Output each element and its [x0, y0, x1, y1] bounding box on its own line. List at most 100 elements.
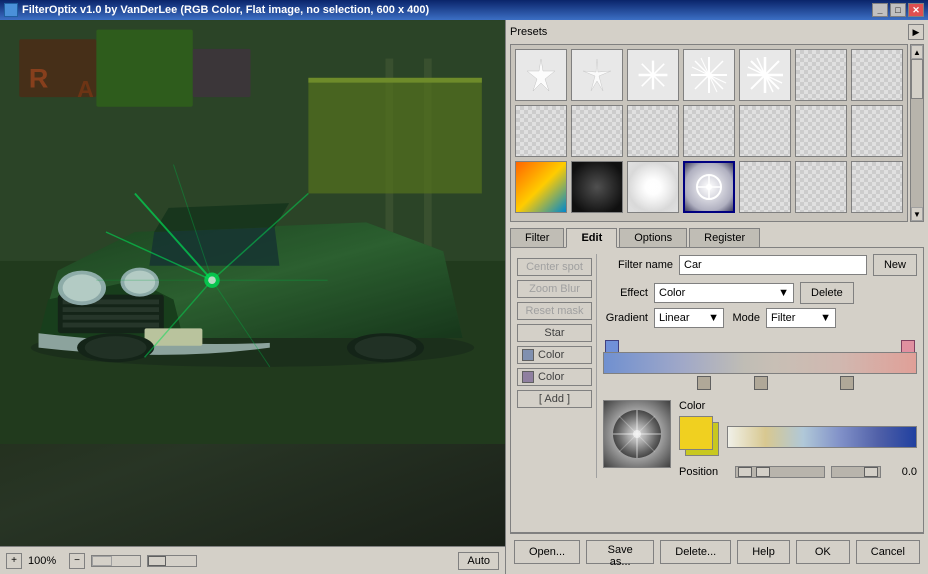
delete-file-button[interactable]: Delete... [660, 540, 731, 564]
preset-row-3 [515, 161, 903, 213]
zoom-plus-button[interactable]: + [6, 553, 22, 569]
filter-name-input[interactable] [679, 255, 867, 275]
right-content: Presets ▶ [510, 24, 924, 570]
preset-thumb-9[interactable] [571, 105, 623, 157]
save-as-button[interactable]: Save as... [586, 540, 654, 564]
preset-thumb-1[interactable] [515, 49, 567, 101]
preset-thumb-13[interactable] [795, 105, 847, 157]
color-label: Color [679, 400, 917, 412]
zoom-minus-button[interactable]: − [69, 553, 85, 569]
zoom-blur-button[interactable]: Zoom Blur [517, 280, 592, 298]
bottom-buttons: Open... Save as... Delete... Help OK Can… [510, 533, 924, 570]
effect-dropdown[interactable]: Color ▼ [654, 283, 794, 303]
preview-thumbnail [603, 400, 671, 468]
gradient-dropdown-arrow: ▼ [708, 312, 719, 324]
effect-row: Effect Color ▼ Delete [603, 282, 917, 304]
gradient-dropdown[interactable]: Linear ▼ [654, 308, 724, 328]
presets-label: Presets [510, 26, 547, 38]
gradient-bar-container [603, 336, 917, 392]
preset-thumb-15[interactable] [739, 161, 791, 213]
delete-button[interactable]: Delete [800, 282, 854, 304]
color1-button[interactable]: Color [517, 346, 592, 364]
right-panel: Presets ▶ [506, 20, 928, 574]
title-bar-left: FilterOptix v1.0 by VanDerLee (RGB Color… [4, 3, 429, 17]
gradient-handles-bottom [603, 374, 917, 392]
preset-row-2 [515, 105, 903, 157]
pan-slider[interactable] [147, 555, 197, 567]
reset-mask-button[interactable]: Reset mask [517, 302, 592, 320]
color-swatch-front[interactable] [679, 416, 713, 450]
effect-label: Effect [603, 287, 648, 299]
preset-thumb-4[interactable] [683, 49, 735, 101]
gradient-handle-3[interactable] [840, 376, 854, 390]
color-gradient-bar[interactable] [727, 426, 917, 448]
preset-thumb-soft[interactable] [627, 161, 679, 213]
filter-name-label: Filter name [603, 259, 673, 271]
open-button[interactable]: Open... [514, 540, 580, 564]
center-spot-button[interactable]: Center spot [517, 258, 592, 276]
scroll-track [911, 59, 923, 207]
close-button[interactable]: ✕ [908, 3, 924, 17]
preset-thumb-10[interactable] [627, 105, 679, 157]
color-controls: Color [679, 400, 917, 478]
preset-thumb-7[interactable] [851, 49, 903, 101]
tab-edit[interactable]: Edit [566, 228, 617, 248]
gradient-handle-1[interactable] [697, 376, 711, 390]
horizontal-scrollbar[interactable] [91, 555, 141, 567]
tab-options[interactable]: Options [619, 228, 687, 247]
help-button[interactable]: Help [737, 540, 790, 564]
preset-thumb-dark[interactable] [571, 161, 623, 213]
app-icon [4, 3, 18, 17]
preset-thumb-3[interactable] [627, 49, 679, 101]
scroll-down-button[interactable]: ▼ [911, 207, 923, 221]
cancel-button[interactable]: Cancel [856, 540, 920, 564]
maximize-button[interactable]: □ [890, 3, 906, 17]
position-slider-thumb3[interactable] [864, 467, 878, 477]
gradient-bar[interactable] [603, 352, 917, 374]
auto-button[interactable]: Auto [458, 552, 499, 570]
preset-thumb-5[interactable] [739, 49, 791, 101]
effect-dropdown-arrow: ▼ [778, 287, 789, 299]
presets-arrow-button[interactable]: ▶ [908, 24, 924, 40]
mode-dropdown[interactable]: Filter ▼ [766, 308, 836, 328]
preset-thumb-selected[interactable] [683, 161, 735, 213]
image-bottom-bar: + 100% − Auto [0, 546, 505, 574]
tabs-row: Filter Edit Options Register [510, 228, 924, 248]
scroll-thumb[interactable] [911, 59, 923, 99]
preset-thumb-12[interactable] [739, 105, 791, 157]
color1-swatch [522, 349, 534, 361]
preset-thumb-16[interactable] [795, 161, 847, 213]
tab-register[interactable]: Register [689, 228, 760, 247]
mode-dropdown-arrow: ▼ [820, 312, 831, 324]
preview-thumb-display[interactable] [603, 400, 671, 468]
color2-button[interactable]: Color [517, 368, 592, 386]
edit-main: Filter name New Effect Color ▼ Delete [603, 254, 917, 478]
position-slider-thumb2[interactable] [756, 467, 770, 477]
star-button[interactable]: Star [517, 324, 592, 342]
image-area[interactable]: R A [0, 20, 505, 546]
gradient-row: Gradient Linear ▼ Mode Filter ▼ [603, 308, 917, 328]
preset-thumb-6[interactable] [795, 49, 847, 101]
preset-thumb-8[interactable] [515, 105, 567, 157]
preset-thumb-17[interactable] [851, 161, 903, 213]
scroll-up-button[interactable]: ▲ [911, 45, 923, 59]
preset-thumb-14[interactable] [851, 105, 903, 157]
gradient-handle-2[interactable] [754, 376, 768, 390]
preset-thumb-2[interactable] [571, 49, 623, 101]
title-bar-buttons: _ □ ✕ [872, 3, 924, 17]
new-button[interactable]: New [873, 254, 917, 276]
position-slider-track2[interactable] [831, 466, 881, 478]
preset-thumb-11[interactable] [683, 105, 735, 157]
edit-inner: Center spot Zoom Blur Reset mask Star Co… [517, 254, 917, 478]
tab-filter[interactable]: Filter [510, 228, 564, 247]
preset-thumb-gradient[interactable] [515, 161, 567, 213]
position-slider-track[interactable] [735, 466, 825, 478]
presets-grid [510, 44, 908, 222]
minimize-button[interactable]: _ [872, 3, 888, 17]
ok-button[interactable]: OK [796, 540, 850, 564]
position-slider-thumb[interactable] [738, 467, 752, 477]
stacked-swatches [679, 416, 721, 458]
add-button[interactable]: [ Add ] [517, 390, 592, 408]
gradient-label: Gradient [603, 312, 648, 324]
main-container: R A [0, 20, 928, 574]
